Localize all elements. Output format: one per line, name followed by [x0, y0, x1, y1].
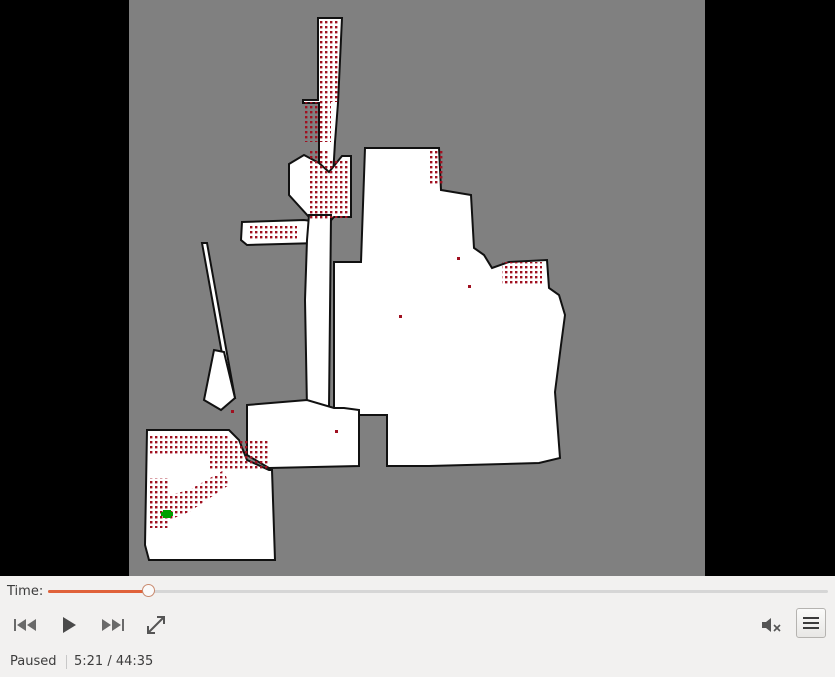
video-area[interactable] [0, 0, 835, 576]
playback-status: Paused [10, 654, 57, 669]
status-separator [66, 655, 67, 669]
time-slider[interactable] [48, 584, 828, 597]
time-label: Time: [7, 584, 44, 599]
skip-forward-icon [100, 618, 126, 632]
fullscreen-icon [145, 614, 167, 636]
menu-icon [803, 616, 819, 630]
volume-button[interactable] [760, 614, 784, 636]
fullscreen-button[interactable] [143, 612, 169, 638]
skip-back-icon [12, 618, 38, 632]
play-icon [61, 616, 77, 634]
menu-button[interactable] [796, 608, 826, 638]
skip-back-button[interactable] [10, 614, 40, 636]
play-button[interactable] [56, 612, 82, 638]
controls-bar: Time: Paused 5:21 / 44:35 [0, 576, 835, 677]
volume-muted-icon [761, 616, 783, 634]
skip-forward-button[interactable] [98, 614, 128, 636]
free-space [143, 17, 567, 561]
time-slider-handle[interactable] [141, 584, 155, 597]
occupancy-map-frame [129, 0, 705, 576]
occupancy-map [143, 17, 567, 561]
time-display: 5:21 / 44:35 [74, 654, 154, 669]
time-slider-fill [48, 590, 149, 593]
